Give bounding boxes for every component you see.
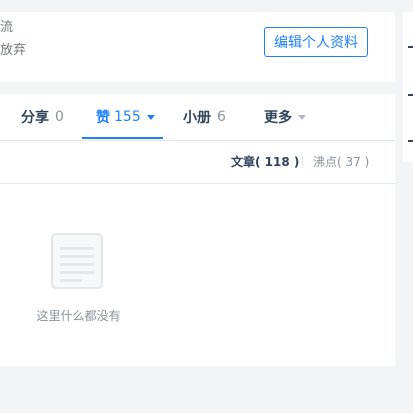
sidebar-mark (408, 46, 413, 48)
tab-label: 赞 (96, 110, 110, 126)
caret-down-icon (146, 115, 155, 120)
tab-count: 0 (55, 109, 64, 125)
tab-label: 分享 (21, 110, 49, 126)
profile-card: 流 放弃 编辑个人资料 (0, 12, 395, 82)
sidebar-mark (408, 140, 413, 142)
caret-down-icon (298, 115, 306, 120)
sidebar-mark (408, 94, 413, 96)
document-icon (51, 233, 103, 293)
tab-label: 小册 (183, 110, 211, 126)
empty-state-message: 这里什么都没有 (36, 309, 121, 323)
tab-booklets[interactable]: 小册 6 (183, 94, 226, 140)
tab-label: 更多 (264, 110, 292, 126)
filter-row: 文章( 118 ) 沸点( 37 ) (0, 141, 395, 184)
tab-count: 155 (114, 109, 141, 125)
edit-profile-button[interactable]: 编辑个人资料 (264, 27, 368, 57)
activity-card: 分享 0 赞 155 小册 6 更多 文章( 118 ) 沸点( 37 ) 这里… (0, 94, 395, 366)
filter-divider (302, 156, 303, 168)
tab-share[interactable]: 分享 0 (21, 94, 64, 140)
tab-likes[interactable]: 赞 155 (96, 94, 155, 140)
active-tab-indicator (82, 137, 163, 139)
filter-articles[interactable]: 文章( 118 ) (231, 153, 299, 170)
filter-pins[interactable]: 沸点( 37 ) (313, 153, 369, 170)
tab-bar: 分享 0 赞 155 小册 6 更多 (0, 94, 395, 141)
tab-more[interactable]: 更多 (264, 94, 306, 140)
profile-text-line2: 放弃 (0, 43, 27, 58)
tab-count: 6 (217, 109, 226, 125)
profile-text-line1: 流 (0, 20, 14, 35)
